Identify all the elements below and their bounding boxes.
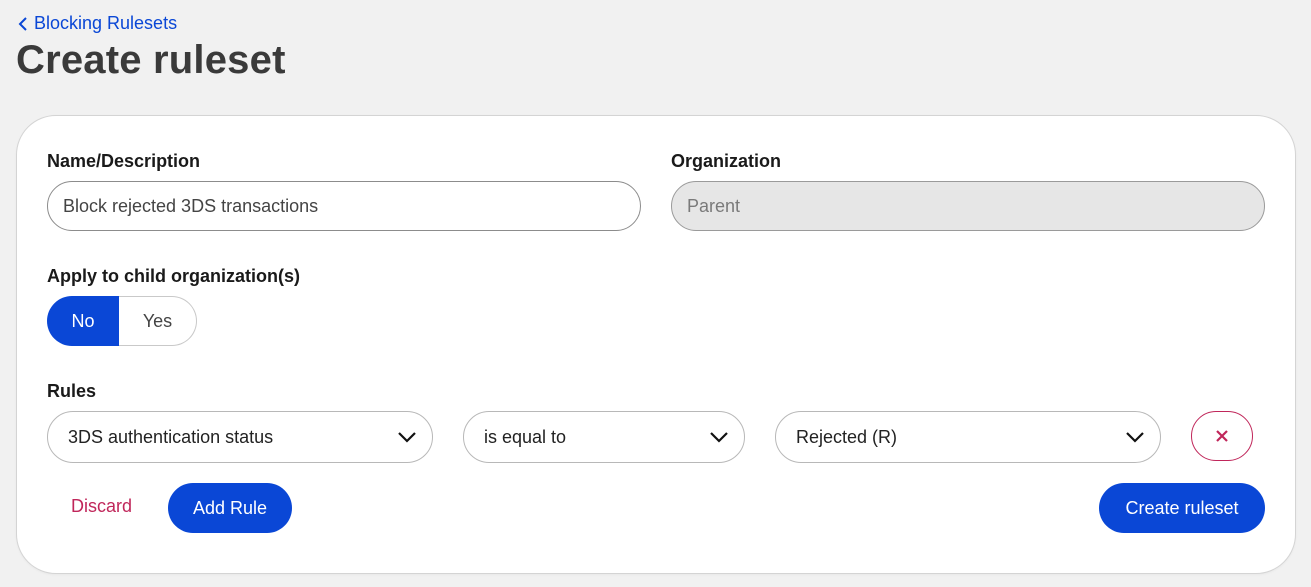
- chevron-left-icon: [18, 16, 27, 31]
- organization-input: Parent: [671, 181, 1265, 231]
- name-input[interactable]: Block rejected 3DS transactions: [47, 181, 641, 231]
- apply-child-no-option[interactable]: No: [47, 296, 119, 346]
- name-label: Name/Description: [47, 151, 201, 171]
- rules-label: Rules: [47, 381, 97, 401]
- rule-operator-value: is equal to: [484, 426, 567, 447]
- rule-operator-select[interactable]: is equal to: [463, 411, 745, 463]
- rule-value-select[interactable]: Rejected (R): [775, 411, 1161, 463]
- chevron-down-icon: [1126, 431, 1144, 443]
- page-title: Create ruleset: [16, 38, 286, 82]
- chevron-down-icon: [710, 431, 728, 443]
- rule-field-select[interactable]: 3DS authentication status: [47, 411, 433, 463]
- chevron-down-icon: [398, 431, 416, 443]
- create-ruleset-button[interactable]: Create ruleset: [1099, 483, 1265, 533]
- rule-field-value: 3DS authentication status: [68, 426, 274, 447]
- breadcrumb-label: Blocking Rulesets: [34, 13, 178, 33]
- discard-button[interactable]: Discard: [71, 496, 132, 517]
- add-rule-button[interactable]: Add Rule: [168, 483, 292, 533]
- apply-child-label: Apply to child organization(s): [47, 266, 300, 286]
- ruleset-form-card: Name/Description Block rejected 3DS tran…: [16, 115, 1296, 574]
- remove-rule-button[interactable]: [1191, 411, 1253, 461]
- organization-label: Organization: [671, 151, 782, 171]
- close-icon: [1216, 430, 1228, 442]
- apply-child-toggle: No Yes: [47, 296, 197, 346]
- rule-value-value: Rejected (R): [796, 426, 898, 447]
- apply-child-yes-option[interactable]: Yes: [119, 296, 197, 346]
- breadcrumb-back-link[interactable]: Blocking Rulesets: [18, 13, 177, 34]
